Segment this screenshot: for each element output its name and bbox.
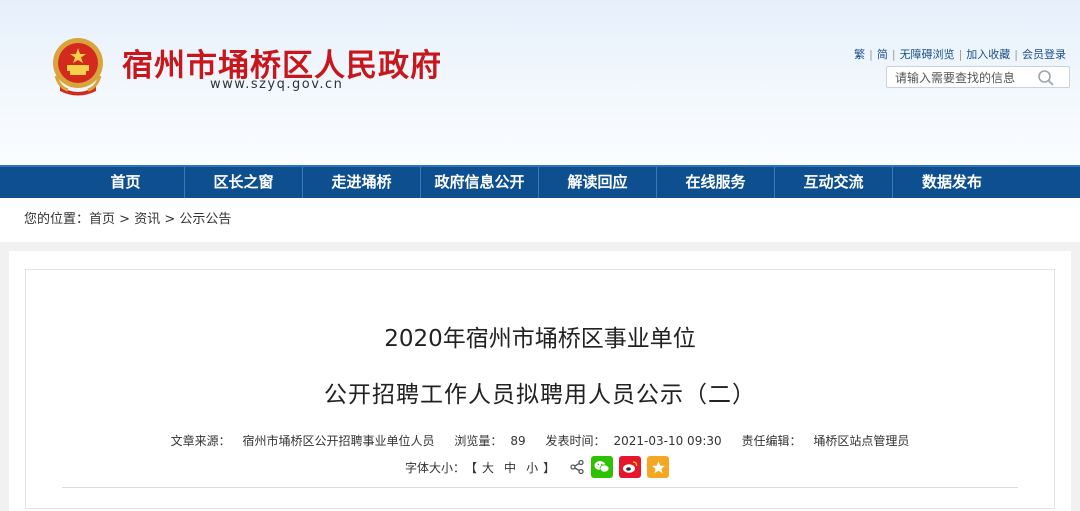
share-bar	[569, 456, 670, 478]
accessibility-link[interactable]: 无障碍浏览	[900, 48, 955, 61]
star-icon	[651, 460, 665, 473]
views-value: 89	[510, 434, 526, 448]
wechat-icon	[594, 461, 610, 473]
views-label: 浏览量：	[454, 434, 503, 448]
breadcrumb: 您的位置：首页 > 资讯 > 公示公告	[0, 198, 1080, 242]
nav-item-interaction[interactable]: 互动交流	[775, 167, 893, 198]
search-box	[886, 66, 1070, 88]
top-links: 繁 | 简 | 无障碍浏览 | 加入收藏 | 会员登录	[854, 48, 1066, 61]
content-divider	[62, 487, 1018, 488]
meta-editor: 责任编辑： 埇桥区站点管理员	[737, 434, 913, 448]
nav-item-about[interactable]: 走进埇桥	[303, 167, 421, 198]
nav-item-online-service[interactable]: 在线服务	[657, 167, 775, 198]
font-size-medium[interactable]: 中	[504, 459, 516, 476]
breadcrumb-news[interactable]: 资讯	[134, 212, 160, 227]
simplified-chinese-link[interactable]: 简	[877, 48, 888, 61]
date-label: 发表时间：	[545, 434, 606, 448]
article-tools: 字体大小： 【 大 中 小 】	[405, 456, 670, 478]
weibo-icon	[623, 461, 638, 473]
wechat-share-button[interactable]	[591, 456, 614, 478]
font-size-small[interactable]: 小	[526, 459, 538, 476]
breadcrumb-notices[interactable]: 公示公告	[179, 212, 231, 227]
editor-value: 埇桥区站点管理员	[813, 434, 910, 448]
breadcrumb-separator: >	[115, 212, 135, 227]
font-size-large[interactable]: 大	[482, 459, 494, 476]
breadcrumb-separator: >	[160, 212, 180, 227]
meta-date: 发表时间： 2021-03-10 09:30	[541, 434, 725, 448]
bracket-open: 【	[465, 460, 478, 475]
bracket-close: 】	[543, 460, 556, 475]
date-value: 2021-03-10 09:30	[613, 434, 722, 448]
search-icon[interactable]	[1037, 69, 1055, 87]
nav-item-data[interactable]: 数据发布	[893, 167, 1011, 198]
article-title-line2: 公开招聘工作人员拟聘用人员公示（二）	[324, 382, 756, 408]
meta-source: 文章来源： 宿州市埇桥区公开招聘事业单位人员	[167, 434, 439, 448]
main-nav: 首页 区长之窗 走进埇桥 政府信息公开 解读回应 在线服务 互动交流 数据发布	[0, 165, 1080, 198]
source-label: 文章来源：	[170, 434, 231, 448]
breadcrumb-home[interactable]: 首页	[89, 212, 115, 227]
member-login-link[interactable]: 会员登录	[1022, 48, 1066, 61]
nav-item-mayor[interactable]: 区长之窗	[185, 167, 303, 198]
national-emblem-icon	[53, 38, 103, 96]
site-url: www.szyq.gov.cn	[210, 77, 344, 92]
add-favorite-link[interactable]: 加入收藏	[966, 48, 1010, 61]
search-input[interactable]	[887, 68, 1045, 88]
editor-label: 责任编辑：	[741, 434, 802, 448]
breadcrumb-prefix: 您的位置：	[24, 212, 90, 227]
traditional-chinese-link[interactable]: 繁	[854, 48, 865, 61]
article-meta: 文章来源： 宿州市埇桥区公开招聘事业单位人员 浏览量： 89 发表时间： 2021-…	[0, 432, 1080, 449]
font-size-label: 字体大小：	[405, 460, 466, 475]
weibo-share-button[interactable]	[619, 456, 642, 478]
meta-views: 浏览量： 89	[450, 434, 529, 448]
source-value: 宿州市埇桥区公开招聘事业单位人员	[242, 434, 435, 448]
nav-item-home[interactable]: 首页	[67, 167, 185, 198]
share-icon[interactable]	[569, 459, 585, 475]
article-title-line1: 2020年宿州市埇桥区事业单位	[384, 326, 696, 352]
nav-item-info-disclosure[interactable]: 政府信息公开	[421, 167, 539, 198]
site-header: 宿州市埇桥区人民政府 www.szyq.gov.cn 繁 | 简 | 无障碍浏览 | 加入收…	[0, 0, 1080, 165]
favorite-button[interactable]	[647, 456, 670, 478]
nav-item-interpretation[interactable]: 解读回应	[539, 167, 657, 198]
